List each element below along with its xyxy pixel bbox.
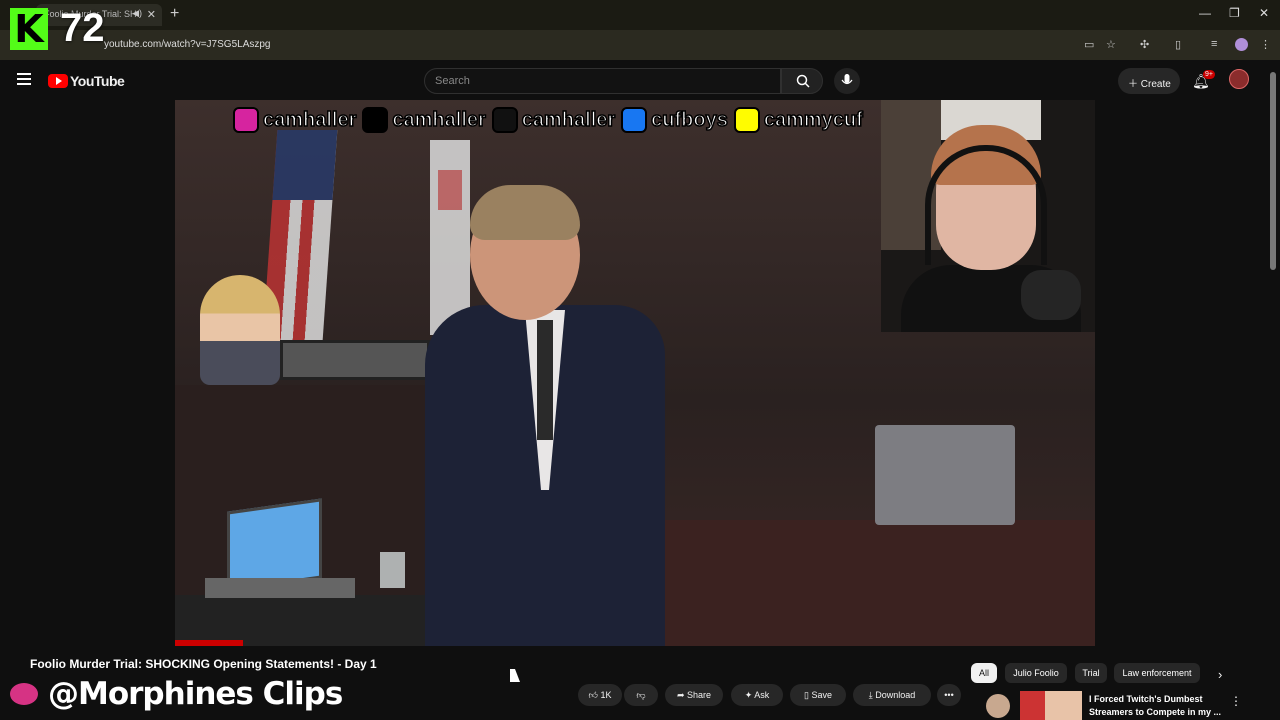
download-label: Download bbox=[875, 690, 916, 700]
sparkle-icon: ✦ bbox=[744, 690, 753, 700]
tiktok-icon bbox=[491, 107, 518, 133]
share-label: Share bbox=[687, 690, 712, 700]
chip-trial[interactable]: Trial bbox=[1075, 663, 1107, 683]
social-handle: camhaller bbox=[392, 108, 487, 132]
minimize-icon[interactable]: — bbox=[1199, 6, 1211, 20]
podium-rail bbox=[645, 520, 1095, 646]
speaker-icon[interactable]: ◀) bbox=[132, 8, 142, 19]
social-handle: cufboys bbox=[650, 108, 728, 132]
related-video-thumbnail[interactable] bbox=[1020, 691, 1082, 720]
ask-label: Ask bbox=[754, 690, 770, 700]
search-icon bbox=[796, 74, 810, 88]
user-avatar[interactable] bbox=[1229, 69, 1249, 89]
download-icon: ⤓ bbox=[868, 690, 873, 700]
bookmark-icon: ▯ bbox=[804, 690, 809, 700]
podium-laptop bbox=[875, 425, 1015, 525]
laptop-base bbox=[205, 578, 355, 598]
kick-logo: K bbox=[10, 8, 48, 50]
dislike-button[interactable]: 👎︎ bbox=[624, 684, 658, 706]
page-scrollbar[interactable] bbox=[1270, 72, 1276, 270]
close-tab-icon[interactable]: ✕ bbox=[147, 8, 156, 21]
extensions-icon[interactable]: ✣ bbox=[1140, 38, 1149, 51]
youtube-logo-icon[interactable] bbox=[48, 74, 68, 88]
search-button[interactable] bbox=[781, 68, 823, 94]
youtube-header: YouTube Search ＋ Create 🔔︎ 9+ bbox=[0, 60, 1280, 102]
create-label: Create bbox=[1140, 79, 1171, 90]
bookmark-star-icon[interactable]: ☆ bbox=[1106, 38, 1116, 51]
social-handle: cammycuf bbox=[763, 108, 863, 132]
thumbs-down-icon: 👎︎ bbox=[636, 690, 646, 700]
streamer-microphone bbox=[1021, 270, 1081, 320]
attorney-speaking bbox=[425, 185, 665, 646]
hamburger-menu-icon[interactable] bbox=[17, 73, 31, 88]
download-button[interactable]: ⤓ Download bbox=[853, 684, 931, 706]
courtroom-monitor bbox=[280, 340, 430, 380]
seated-woman bbox=[200, 275, 280, 385]
new-tab-button[interactable]: + bbox=[170, 5, 179, 23]
chip-law-enforcement[interactable]: Law enforcement bbox=[1114, 663, 1200, 683]
share-icon: ➦ bbox=[676, 690, 685, 700]
notification-count-badge: 9+ bbox=[1203, 70, 1215, 79]
channel-watermark: @Morphines Clips bbox=[48, 676, 343, 712]
more-actions-button[interactable]: ••• bbox=[937, 684, 961, 706]
ask-button[interactable]: ✦ Ask bbox=[731, 684, 783, 706]
like-button[interactable]: 👍︎ 1K bbox=[578, 684, 622, 706]
chip-all[interactable]: All bbox=[971, 663, 997, 683]
sidebar-icon[interactable]: ▯ bbox=[1175, 38, 1181, 51]
more-menu-icon[interactable]: ⋮ bbox=[1260, 38, 1271, 51]
related-video-title[interactable]: I Forced Twitch's Dumbest Streamers to C… bbox=[1089, 693, 1224, 719]
save-button[interactable]: ▯ Save bbox=[790, 684, 846, 706]
search-input[interactable]: Search bbox=[424, 68, 781, 94]
viewer-count: 72 bbox=[60, 6, 105, 50]
social-handles-overlay: camhaller camhaller camhaller cufboys cammyc… bbox=[233, 106, 865, 134]
close-window-icon[interactable]: ✕ bbox=[1259, 6, 1269, 20]
url-field[interactable]: youtube.com/watch?v=J7SG5LAszpg bbox=[104, 39, 270, 50]
social-handle: camhaller bbox=[521, 108, 616, 132]
channel-avatar[interactable] bbox=[10, 683, 38, 705]
related-channel-avatar[interactable] bbox=[986, 694, 1010, 718]
streamer-facecam bbox=[881, 100, 1095, 332]
mouse-cursor bbox=[510, 669, 520, 682]
thumbs-up-icon: 👍︎ bbox=[588, 690, 598, 700]
plus-icon: ＋ bbox=[1128, 79, 1138, 90]
related-more-icon[interactable]: ⋮ bbox=[1230, 694, 1242, 708]
media-control-icon[interactable]: ≡ bbox=[1211, 38, 1217, 50]
chip-julio-foolio[interactable]: Julio Foolio bbox=[1005, 663, 1067, 683]
x-icon bbox=[362, 107, 389, 133]
create-button[interactable]: ＋ Create bbox=[1118, 68, 1180, 94]
microphone-icon bbox=[841, 74, 853, 85]
like-count: 1K bbox=[600, 690, 612, 700]
more-horizontal-icon: ••• bbox=[944, 690, 954, 700]
save-label: Save bbox=[811, 690, 832, 700]
chevron-right-icon[interactable]: › bbox=[1218, 667, 1222, 682]
snapchat-icon bbox=[733, 107, 760, 133]
video-title: Foolio Murder Trial: SHOCKING Opening St… bbox=[30, 657, 377, 671]
social-handle: camhaller bbox=[262, 108, 357, 132]
share-button[interactable]: ➦ Share bbox=[665, 684, 723, 706]
water-cup bbox=[380, 552, 405, 588]
facebook-icon bbox=[621, 107, 648, 133]
youtube-logo-text[interactable]: YouTube bbox=[70, 73, 125, 89]
restore-icon[interactable]: ❐ bbox=[1229, 6, 1240, 20]
instagram-icon bbox=[233, 107, 259, 133]
address-bar: youtube.com/watch?v=J7SG5LAszpg ▭ ☆ ✣ ▯ … bbox=[0, 30, 1280, 60]
browser-profile-avatar[interactable] bbox=[1235, 38, 1248, 51]
headphones bbox=[925, 145, 1047, 265]
counsel-table bbox=[175, 595, 435, 646]
browser-tab-bar: Foolio Murder Trial: SH ◀) ✕ + — ❐ ✕ bbox=[0, 0, 1280, 30]
video-progress-bar[interactable] bbox=[175, 640, 243, 646]
cast-icon[interactable]: ▭ bbox=[1084, 38, 1094, 51]
voice-search-button[interactable] bbox=[834, 68, 860, 94]
